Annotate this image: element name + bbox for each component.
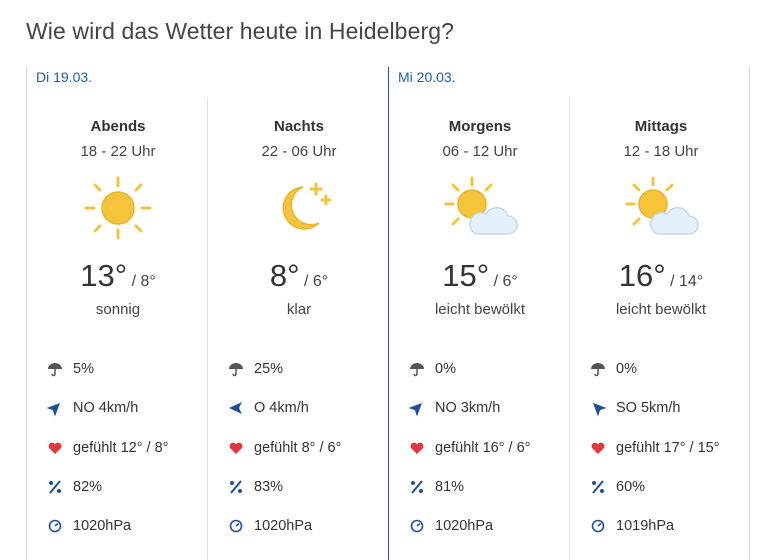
feels-like-row: gefühlt 8° / 6° — [227, 440, 341, 456]
gauge-icon — [227, 518, 245, 534]
wind-row: O 4km/h — [227, 400, 309, 416]
period-hours: 18 - 22 Uhr — [80, 143, 156, 160]
temp-high: 13° — [80, 258, 128, 293]
condition-label: klar — [286, 301, 312, 318]
feels-like-row: gefühlt 16° / 6° — [408, 440, 530, 456]
heart-icon — [46, 440, 64, 456]
feels-like-row: gefühlt 17° / 15° — [589, 440, 720, 456]
temperature: 8° / 6° — [209, 258, 389, 294]
temp-low: 6° — [502, 273, 518, 290]
pressure-value: 1020hPa — [73, 518, 132, 534]
period-hours: 12 - 18 Uhr — [623, 143, 699, 160]
condition-label: leicht bewölkt — [615, 301, 707, 318]
wind-direction-icon — [589, 400, 607, 417]
pressure-value: 1020hPa — [435, 518, 494, 534]
period-hours: 22 - 06 Uhr — [261, 143, 337, 160]
period-label: Morgens — [448, 118, 512, 135]
temperature: 15° / 6° — [390, 258, 570, 294]
pressure-row: 1020hPa — [46, 518, 131, 534]
wind-value: SO 5km/h — [616, 400, 681, 416]
umbrella-icon — [589, 361, 607, 377]
wind-value: NO 4km/h — [73, 400, 139, 416]
rain-value: 5% — [73, 361, 94, 377]
day-divider — [26, 67, 27, 560]
humidity-percent-icon — [589, 479, 607, 495]
pressure-value: 1019hPa — [616, 518, 675, 534]
heart-icon — [589, 440, 607, 456]
forecast-column: Abends 18 - 22 Uhr 13° / 8° sonnig 5% NO… — [28, 0, 208, 560]
humidity-value: 60% — [616, 479, 646, 495]
wind-row: NO 3km/h — [408, 400, 501, 417]
condition-label: sonnig — [95, 301, 141, 318]
temperature: 16° / 14° — [571, 258, 751, 294]
humidity-row: 82% — [46, 479, 102, 495]
rain-row: 0% — [589, 361, 637, 377]
feels-like-value: gefühlt 8° / 6° — [254, 440, 342, 456]
temp-separator: / — [131, 273, 137, 290]
wind-value: NO 3km/h — [435, 400, 501, 416]
heart-icon — [408, 440, 426, 456]
umbrella-icon — [408, 361, 426, 377]
feels-like-value: gefühlt 17° / 15° — [616, 440, 720, 456]
humidity-percent-icon — [46, 479, 64, 495]
pressure-row: 1019hPa — [589, 518, 674, 534]
humidity-row: 81% — [408, 479, 464, 495]
wind-direction-icon — [46, 400, 64, 417]
temp-high: 8° — [269, 258, 300, 293]
forecast-column: Morgens 06 - 12 Uhr 15° / 6° leicht bewö… — [390, 0, 570, 560]
period-label: Mittags — [634, 118, 688, 135]
wind-direction-icon — [408, 400, 426, 417]
heart-icon — [227, 440, 245, 456]
sun-icon — [78, 176, 158, 240]
rain-row: 0% — [408, 361, 456, 377]
forecast-column: Mittags 12 - 18 Uhr 16° / 14° leicht bew… — [571, 0, 751, 560]
partly-cloudy-icon — [621, 176, 701, 240]
feels-like-value: gefühlt 16° / 6° — [435, 440, 531, 456]
period-hours: 06 - 12 Uhr — [442, 143, 518, 160]
temp-low: 6° — [312, 273, 329, 290]
temperature: 13° / 8° — [28, 258, 208, 294]
rain-value: 0% — [616, 361, 637, 377]
forecast-column: Nachts 22 - 06 Uhr 8° / 6° klar 25% O 4k… — [209, 0, 389, 560]
humidity-row: 83% — [227, 479, 283, 495]
period-label: Nachts — [273, 118, 325, 135]
rain-value: 0% — [435, 361, 456, 377]
wind-value: O 4km/h — [254, 400, 309, 416]
moon-stars-icon — [259, 176, 339, 240]
humidity-percent-icon — [227, 479, 245, 495]
humidity-value: 81% — [435, 479, 465, 495]
umbrella-icon — [227, 361, 245, 377]
humidity-value: 83% — [254, 479, 284, 495]
gauge-icon — [46, 518, 64, 534]
period-label: Abends — [90, 118, 146, 135]
humidity-value: 82% — [73, 479, 103, 495]
gauge-icon — [408, 518, 426, 534]
partly-cloudy-icon — [440, 176, 520, 240]
pressure-row: 1020hPa — [408, 518, 493, 534]
temp-high: 15° — [442, 258, 490, 293]
rain-value: 25% — [254, 361, 284, 377]
wind-direction-icon — [227, 400, 245, 416]
feels-like-value: gefühlt 12° / 8° — [73, 440, 169, 456]
umbrella-icon — [46, 361, 64, 377]
rain-row: 5% — [46, 361, 94, 377]
temp-low: 8° — [140, 273, 156, 290]
temp-low: 14° — [679, 273, 704, 290]
humidity-row: 60% — [589, 479, 645, 495]
feels-like-row: gefühlt 12° / 8° — [46, 440, 168, 456]
rain-row: 25% — [227, 361, 283, 377]
condition-label: leicht bewölkt — [434, 301, 526, 318]
gauge-icon — [589, 518, 607, 534]
temp-separator: / — [670, 273, 675, 290]
pressure-value: 1020hPa — [254, 518, 313, 534]
temp-separator: / — [493, 273, 499, 290]
humidity-percent-icon — [408, 479, 426, 495]
temp-high: 16° — [618, 258, 666, 293]
temp-separator: / — [303, 273, 309, 290]
wind-row: SO 5km/h — [589, 400, 681, 417]
wind-row: NO 4km/h — [46, 400, 139, 417]
pressure-row: 1020hPa — [227, 518, 312, 534]
